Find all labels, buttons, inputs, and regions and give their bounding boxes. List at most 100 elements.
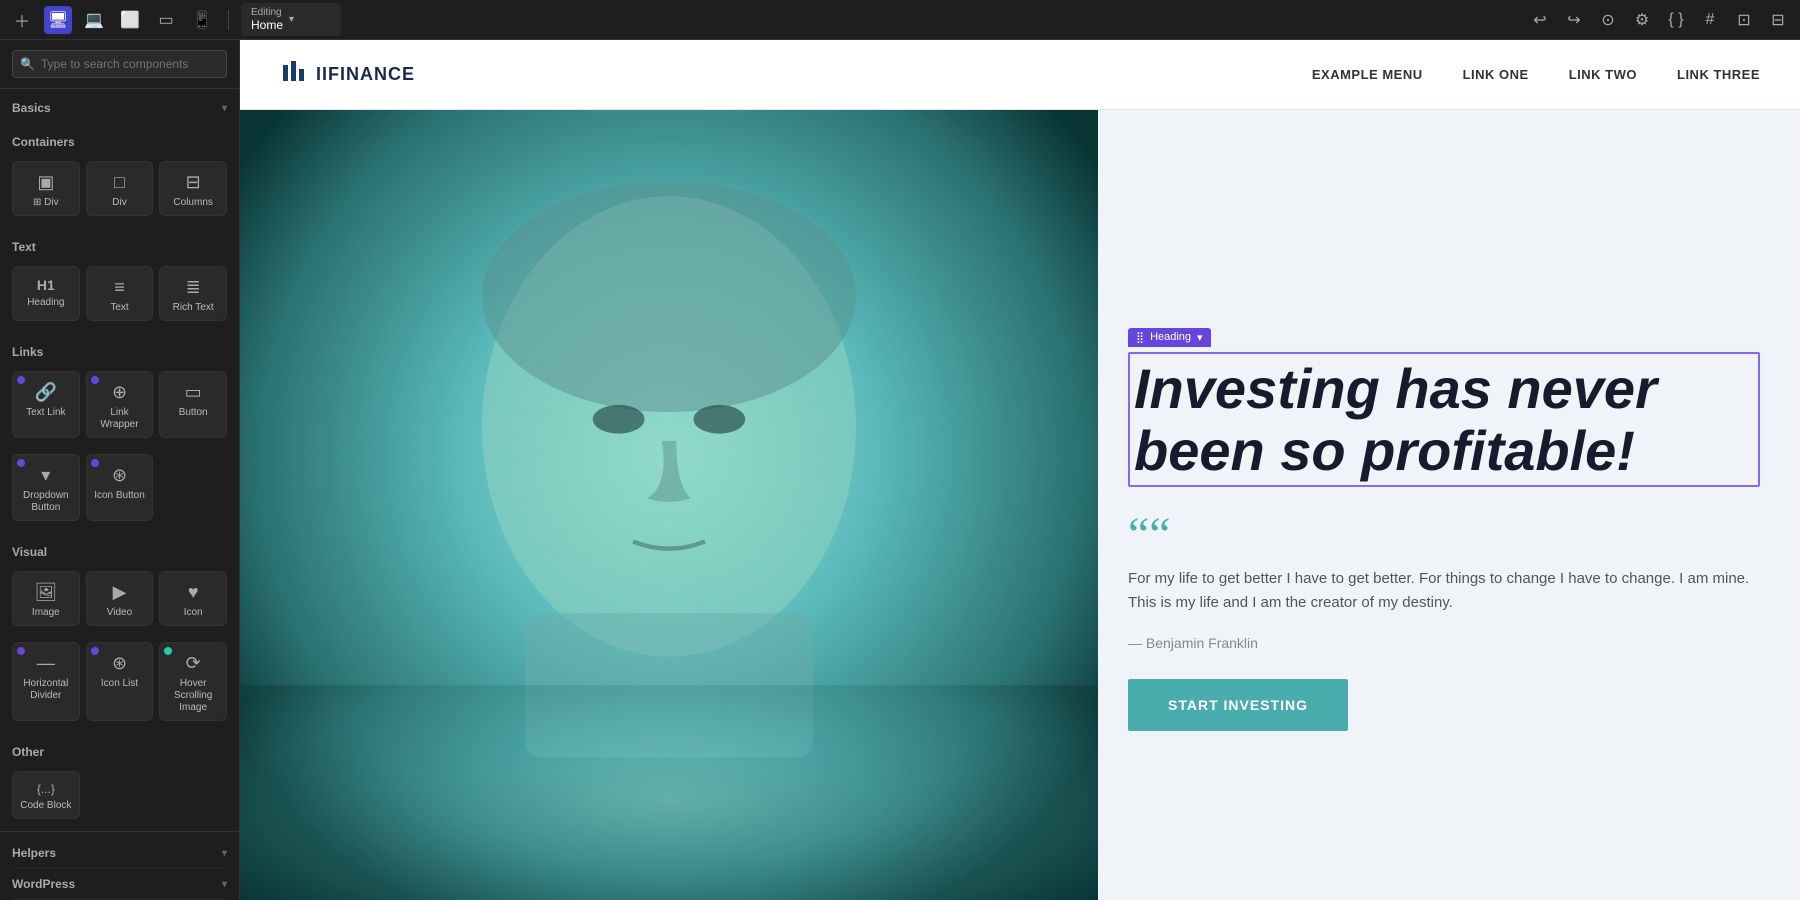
redo-button[interactable]: ↪ bbox=[1560, 6, 1588, 34]
settings-button[interactable]: ⚙ bbox=[1628, 6, 1656, 34]
heading-element-toolbar: ⣿ Heading ▾ bbox=[1128, 328, 1211, 347]
close-button[interactable]: ⊟ bbox=[1764, 6, 1792, 34]
hero-section: ⣿ Heading ▾ Investing has never been so … bbox=[240, 110, 1800, 900]
columns-component[interactable]: ⊟ Columns bbox=[159, 161, 227, 216]
text-icon: ≡ bbox=[114, 277, 125, 298]
code-block-component[interactable]: {...} Code Block bbox=[12, 771, 80, 819]
nav-links: EXAMPLE MENU LINK ONE LINK TWO LINK THRE… bbox=[1312, 67, 1760, 82]
logo-text: IIFINANCE bbox=[316, 64, 415, 85]
heading-toolbar-label: Heading bbox=[1150, 331, 1191, 343]
custom-code-button[interactable]: { } bbox=[1662, 6, 1690, 34]
links-header[interactable]: Links bbox=[12, 341, 227, 363]
nav-link-three[interactable]: LINK THREE bbox=[1677, 67, 1760, 82]
dropdown-icon: ▾ bbox=[41, 465, 50, 486]
heading-component[interactable]: H1 Heading bbox=[12, 266, 80, 321]
hero-heading[interactable]: Investing has never been so profitable! bbox=[1134, 358, 1754, 481]
hero-author: — Benjamin Franklin bbox=[1128, 635, 1760, 651]
hdivider-badge bbox=[17, 647, 25, 655]
text-label: Text bbox=[12, 240, 36, 254]
text-link-badge bbox=[17, 376, 25, 384]
sidebar-bottom: Helpers ▾ WordPress ▾ Library ▾ bbox=[0, 831, 239, 900]
basics-header[interactable]: Basics ▾ bbox=[12, 97, 227, 119]
icon-list-component[interactable]: ⊛ Icon List bbox=[86, 642, 154, 721]
icon-icon: ♥ bbox=[188, 582, 199, 603]
top-toolbar: ＋ 🖥 💻 ⬜ ▭ 📱 Editing Home ▾ ↩ ↪ ⊙ ⚙ { } #… bbox=[0, 0, 1800, 40]
undo-button[interactable]: ↩ bbox=[1526, 6, 1554, 34]
icon-button-icon: ⊛ bbox=[112, 465, 127, 486]
link-wrapper-component[interactable]: ⊕ Link Wrapper bbox=[86, 371, 154, 438]
revisions-button[interactable]: ⊙ bbox=[1594, 6, 1622, 34]
wordpress-label: WordPress bbox=[12, 877, 75, 891]
containers-header[interactable]: Containers bbox=[12, 131, 227, 153]
site-logo[interactable]: IIFINANCE bbox=[280, 57, 415, 92]
logo-svg bbox=[280, 57, 308, 85]
heading-selected-wrapper[interactable]: ⣿ Heading ▾ Investing has never been so … bbox=[1128, 352, 1760, 487]
rich-text-component[interactable]: ≣ Rich Text bbox=[159, 266, 227, 321]
nav-link-two[interactable]: LINK TWO bbox=[1569, 67, 1637, 82]
hover-scroll-component[interactable]: ⟳ Hover Scrolling Image bbox=[159, 642, 227, 721]
text-header[interactable]: Text bbox=[12, 236, 227, 258]
visual-label: Visual bbox=[12, 545, 47, 559]
desktop-view-button[interactable]: 🖥 bbox=[44, 6, 72, 34]
page-name: Home bbox=[251, 18, 283, 32]
tablet-landscape-button[interactable]: ▭ bbox=[152, 6, 180, 34]
video-component[interactable]: ▶ Video bbox=[86, 571, 154, 626]
editing-text: Editing bbox=[251, 7, 283, 18]
div-icon: □ bbox=[114, 172, 125, 193]
code-block-label: Code Block bbox=[20, 800, 71, 812]
helpers-label: Helpers bbox=[12, 846, 56, 860]
search-input[interactable] bbox=[12, 50, 227, 78]
visual-header[interactable]: Visual bbox=[12, 541, 227, 563]
h1-icon: H1 bbox=[37, 277, 55, 293]
icon-label: Icon bbox=[184, 607, 203, 619]
nav-link-one[interactable]: LINK ONE bbox=[1463, 67, 1529, 82]
cta-button[interactable]: START INVESTING bbox=[1128, 679, 1348, 731]
link-wrapper-badge bbox=[91, 376, 99, 384]
hover-scroll-badge bbox=[164, 647, 172, 655]
hdivider-icon: — bbox=[37, 653, 55, 674]
video-label: Video bbox=[107, 607, 132, 619]
laptop-view-button[interactable]: 💻 bbox=[80, 6, 108, 34]
dropdown-button-component[interactable]: ▾ Dropdown Button bbox=[12, 454, 80, 521]
other-header[interactable]: Other bbox=[12, 741, 227, 763]
div-component[interactable]: □ Div bbox=[86, 161, 154, 216]
image-component[interactable]: 🖼 Image bbox=[12, 571, 80, 626]
section-component[interactable]: ▣ ⊞ Div bbox=[12, 161, 80, 216]
button-icon: ▭ bbox=[185, 382, 202, 403]
horizontal-divider-component[interactable]: — Horizontal Divider bbox=[12, 642, 80, 721]
text-component[interactable]: ≡ Text bbox=[86, 266, 154, 321]
button-label: Button bbox=[179, 407, 208, 419]
icon-button-component[interactable]: ⊛ Icon Button bbox=[86, 454, 154, 521]
links-label: Links bbox=[12, 345, 43, 359]
rich-text-label: Rich Text bbox=[173, 302, 214, 314]
button-component[interactable]: ▭ Button bbox=[159, 371, 227, 438]
grid-button[interactable]: # bbox=[1696, 6, 1724, 34]
icon-component[interactable]: ♥ Icon bbox=[159, 571, 227, 626]
wordpress-section-toggle[interactable]: WordPress ▾ bbox=[12, 869, 227, 900]
toolbar-right-actions: ↩ ↪ ⊙ ⚙ { } # ⊡ ⊟ bbox=[1526, 6, 1792, 34]
nav-link-example-menu[interactable]: EXAMPLE MENU bbox=[1312, 67, 1423, 82]
visual-grid: 🖼 Image ▶ Video ♥ Icon bbox=[12, 563, 227, 634]
mobile-view-button[interactable]: 📱 bbox=[188, 6, 216, 34]
dropdown-badge bbox=[17, 459, 25, 467]
text-link-component[interactable]: 🔗 Text Link bbox=[12, 371, 80, 438]
helpers-section-toggle[interactable]: Helpers ▾ bbox=[12, 838, 227, 869]
publish-button[interactable]: ⊡ bbox=[1730, 6, 1758, 34]
add-element-button[interactable]: ＋ bbox=[8, 6, 36, 34]
icon-list-label: Icon List bbox=[101, 678, 138, 690]
hdivider-label: Horizontal Divider bbox=[17, 678, 75, 702]
tablet-view-button[interactable]: ⬜ bbox=[116, 6, 144, 34]
canvas[interactable]: IIFINANCE EXAMPLE MENU LINK ONE LINK TWO… bbox=[240, 40, 1800, 900]
heading-label: Heading bbox=[27, 297, 64, 309]
editing-label[interactable]: Editing Home ▾ bbox=[241, 3, 341, 36]
basics-label: Basics bbox=[12, 101, 51, 115]
text-comp-label: Text bbox=[110, 302, 128, 314]
hover-scroll-label: Hover Scrolling Image bbox=[164, 678, 222, 714]
links-grid-2: ▾ Dropdown Button ⊛ Icon Button bbox=[12, 446, 227, 529]
basics-chevron: ▾ bbox=[222, 103, 227, 114]
page-chevron: ▾ bbox=[289, 14, 294, 25]
site-navigation: IIFINANCE EXAMPLE MENU LINK ONE LINK TWO… bbox=[240, 40, 1800, 110]
visual-section: Visual 🖼 Image ▶ Video ♥ Icon bbox=[0, 533, 239, 733]
icon-button-label: Icon Button bbox=[94, 490, 145, 502]
hero-image-area bbox=[240, 110, 1098, 900]
